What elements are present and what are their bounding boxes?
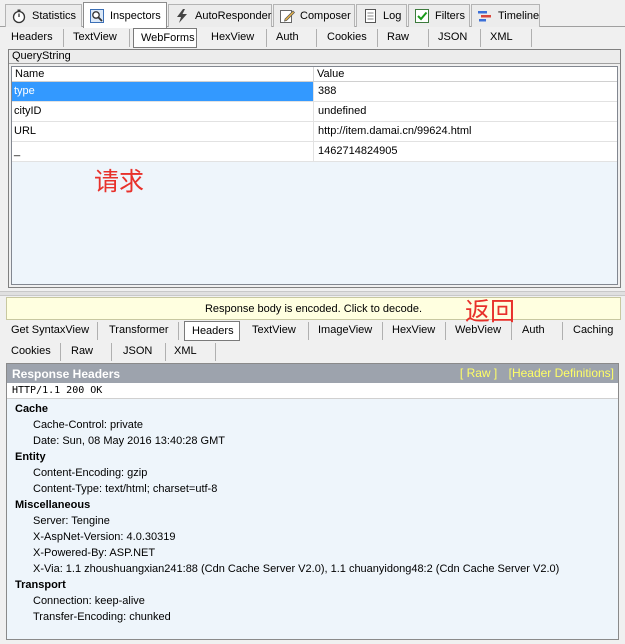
tab-inspectors[interactable]: Inspectors bbox=[83, 2, 167, 28]
param-name: cityID bbox=[12, 102, 314, 121]
resp-tab-webview[interactable]: WebView bbox=[448, 322, 512, 340]
header-item[interactable]: Connection: keep-alive bbox=[15, 593, 618, 609]
tab-label: Timeline bbox=[498, 10, 540, 22]
header-item[interactable]: Content-Type: text/html; charset=utf-8 bbox=[15, 481, 618, 497]
header-item[interactable]: X-Powered-By: ASP.NET bbox=[15, 545, 618, 561]
tab-label: AutoResponder bbox=[195, 10, 272, 22]
resp-tab-caching[interactable]: Caching bbox=[566, 322, 623, 340]
tab-log[interactable]: Log bbox=[356, 4, 407, 27]
response-tab-bar-2: Cookies Raw JSON XML bbox=[0, 341, 625, 362]
request-annotation: 请求 bbox=[94, 167, 145, 196]
pane-splitter[interactable] bbox=[0, 291, 625, 296]
checkbox-icon bbox=[414, 8, 430, 24]
resp-tab-transformer[interactable]: Transformer bbox=[102, 322, 179, 340]
table-row[interactable]: type 388 bbox=[12, 82, 617, 102]
compose-icon bbox=[279, 8, 295, 24]
req-tab-headers[interactable]: Headers bbox=[4, 29, 64, 47]
resp-tab-textview[interactable]: TextView bbox=[245, 322, 309, 340]
tab-timeline[interactable]: Timeline bbox=[471, 4, 540, 27]
req-tab-cookies[interactable]: Cookies bbox=[320, 29, 378, 47]
status-line: HTTP/1.1 200 OK bbox=[7, 383, 618, 399]
log-icon bbox=[362, 8, 378, 24]
tab-filters[interactable]: Filters bbox=[408, 4, 470, 27]
tab-label: Filters bbox=[435, 10, 465, 22]
resp-tab-cookies[interactable]: Cookies bbox=[4, 343, 61, 361]
header-item[interactable]: Content-Encoding: gzip bbox=[15, 465, 618, 481]
header-item[interactable]: Date: Sun, 08 May 2016 13:40:28 GMT bbox=[15, 433, 618, 449]
main-tab-bar: Statistics Inspectors AutoResponder Comp… bbox=[0, 0, 625, 28]
group-title[interactable]: Miscellaneous bbox=[15, 497, 618, 513]
resp-tab-raw[interactable]: Raw bbox=[64, 343, 112, 361]
tab-label: Inspectors bbox=[110, 9, 161, 22]
response-headers-title: Response Headers bbox=[12, 366, 121, 381]
req-tab-auth[interactable]: Auth bbox=[269, 29, 317, 47]
response-tab-bar-1: Get SyntaxView Transformer Headers TextV… bbox=[0, 320, 625, 341]
req-tab-webforms[interactable]: WebForms bbox=[133, 28, 197, 48]
req-tab-hexview[interactable]: HexView bbox=[204, 29, 267, 47]
resp-tab-imageview[interactable]: ImageView bbox=[311, 322, 383, 340]
param-value: 388 bbox=[318, 85, 337, 97]
resp-tab-headers[interactable]: Headers bbox=[184, 321, 240, 341]
decode-notice-bar[interactable]: Response body is encoded. Click to decod… bbox=[6, 297, 621, 320]
group-title[interactable]: Transport bbox=[15, 577, 618, 593]
param-name: type bbox=[12, 82, 314, 101]
header-item[interactable]: Server: Tengine bbox=[15, 513, 618, 529]
req-tab-xml[interactable]: XML bbox=[483, 29, 532, 47]
param-name: _ bbox=[12, 142, 314, 161]
resp-tab-hexview[interactable]: HexView bbox=[385, 322, 446, 340]
group-title[interactable]: Cache bbox=[15, 401, 618, 417]
req-tab-raw[interactable]: Raw bbox=[380, 29, 429, 47]
param-value: http://item.damai.cn/99624.html bbox=[318, 125, 472, 137]
resp-tab-auth[interactable]: Auth bbox=[515, 322, 563, 340]
tab-label: Log bbox=[383, 10, 402, 22]
grid-header: Name Value bbox=[12, 67, 617, 82]
header-item[interactable]: X-AspNet-Version: 4.0.30319 bbox=[15, 529, 618, 545]
column-header-value[interactable]: Value bbox=[314, 67, 617, 81]
param-name: URL bbox=[12, 122, 314, 141]
resp-tab-json[interactable]: JSON bbox=[116, 343, 166, 361]
header-group-cache: Cache Cache-Control: private Date: Sun, … bbox=[7, 399, 618, 449]
tab-label: Composer bbox=[300, 10, 351, 22]
header-definitions-link[interactable]: [Header Definitions] bbox=[509, 366, 614, 380]
request-tab-bar: Headers TextView WebForms HexView Auth C… bbox=[0, 27, 625, 48]
resp-tab-xml[interactable]: XML bbox=[167, 343, 216, 361]
tab-composer[interactable]: Composer bbox=[273, 4, 355, 27]
header-group-entity: Entity Content-Encoding: gzip Content-Ty… bbox=[7, 449, 618, 497]
req-tab-json[interactable]: JSON bbox=[431, 29, 481, 47]
inspect-icon bbox=[89, 8, 105, 24]
req-tab-textview[interactable]: TextView bbox=[66, 29, 130, 47]
param-value: 1462714824905 bbox=[318, 145, 398, 157]
stopwatch-icon bbox=[11, 8, 27, 24]
tab-autoresponder[interactable]: AutoResponder bbox=[168, 4, 272, 27]
raw-link[interactable]: [ Raw ] bbox=[460, 366, 497, 380]
tab-label: Statistics bbox=[32, 10, 77, 22]
timeline-icon bbox=[477, 8, 493, 24]
group-title[interactable]: Entity bbox=[15, 449, 618, 465]
header-group-miscellaneous: Miscellaneous Server: Tengine X-AspNet-V… bbox=[7, 497, 618, 577]
resp-tab-get-syntaxview[interactable]: Get SyntaxView bbox=[4, 322, 98, 340]
column-header-name[interactable]: Name bbox=[12, 67, 314, 81]
table-row[interactable]: URL http://item.damai.cn/99624.html bbox=[12, 122, 617, 142]
header-item[interactable]: Cache-Control: private bbox=[15, 417, 618, 433]
header-group-transport: Transport Connection: keep-alive Transfe… bbox=[7, 577, 618, 625]
table-row[interactable]: _ 1462714824905 bbox=[12, 142, 617, 162]
header-item[interactable]: X-Via: 1.1 zhoushuangxian241:88 (Cdn Cac… bbox=[15, 561, 618, 577]
response-headers-band: Response Headers [ Raw ] [Header Definit… bbox=[7, 364, 618, 383]
tab-statistics[interactable]: Statistics bbox=[5, 4, 82, 27]
header-item[interactable]: Transfer-Encoding: chunked bbox=[15, 609, 618, 625]
querystring-title: QueryString bbox=[9, 50, 620, 64]
response-headers-panel: Response Headers [ Raw ] [Header Definit… bbox=[6, 363, 619, 640]
lightning-icon bbox=[174, 8, 190, 24]
param-value: undefined bbox=[318, 105, 367, 117]
table-row[interactable]: cityID undefined bbox=[12, 102, 617, 122]
